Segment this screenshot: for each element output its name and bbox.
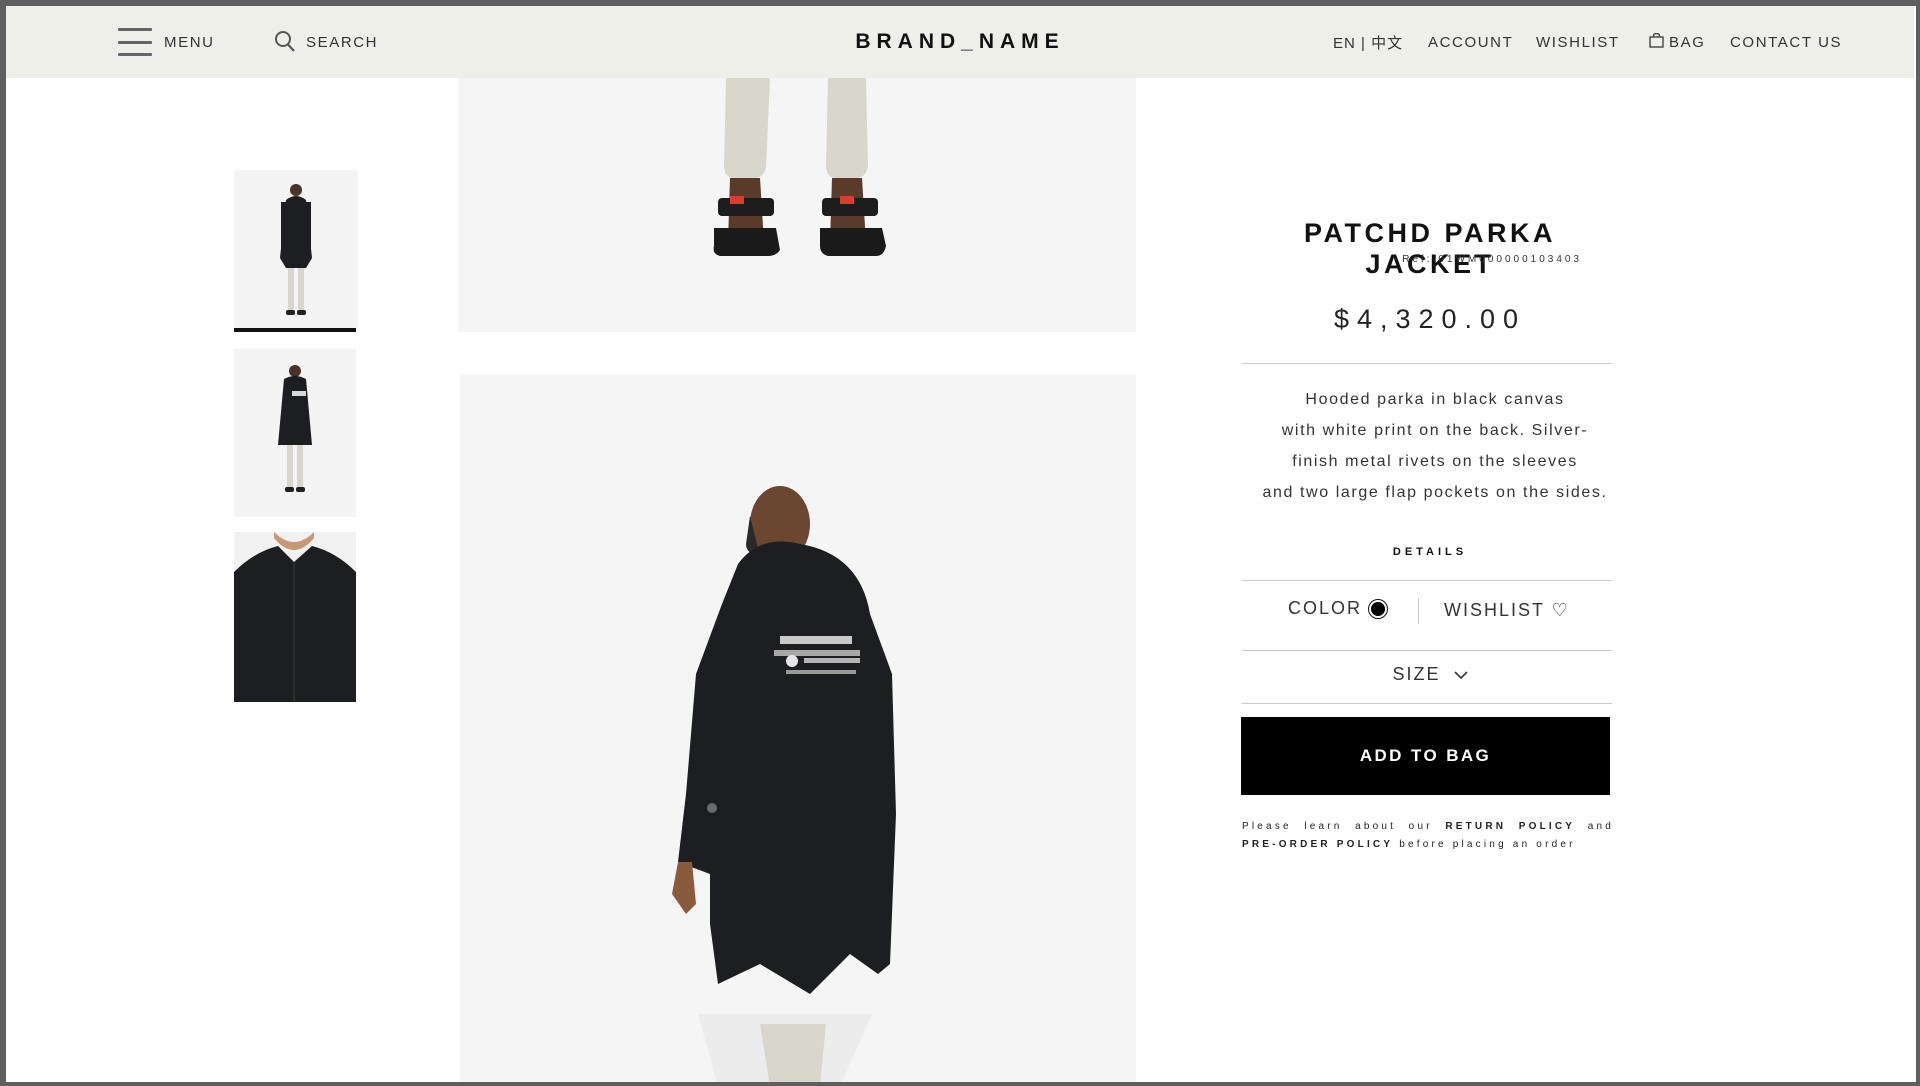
menu-button[interactable]: MENU xyxy=(118,6,215,78)
product-image-front xyxy=(458,78,1136,332)
search-icon xyxy=(275,31,295,52)
language-switcher[interactable]: EN | 中文 xyxy=(1333,6,1403,78)
brand-name[interactable]: BRAND_NAME xyxy=(855,30,1064,54)
color-wishlist-row: COLOR WISHLIST ♡ xyxy=(1240,590,1620,634)
add-to-bag-button[interactable]: ADD TO BAG xyxy=(1241,717,1610,795)
thumbnail-back-image xyxy=(234,349,356,517)
site-header: MENU SEARCH BRAND_NAME EN | 中文 ACCOUNT W… xyxy=(6,6,1914,78)
details-link[interactable]: DETAILS xyxy=(1240,546,1620,558)
menu-label: MENU xyxy=(164,33,215,51)
product-title: PATCHD PARKA JACKET xyxy=(1304,218,1556,279)
bag-link[interactable]: BAG xyxy=(1649,6,1705,78)
bag-label: BAG xyxy=(1669,33,1706,51)
product-price: $4,320.00 xyxy=(1333,304,1527,334)
thumbnail-closeup-image xyxy=(234,532,356,702)
thumbnail-front-image xyxy=(234,170,358,328)
policy-notice: Please learn about our RETURN POLICY and… xyxy=(1242,818,1614,854)
divider xyxy=(1242,580,1612,581)
product-description: Hooded parka in black canvas with white … xyxy=(1240,384,1630,508)
description-line: and two large flap pockets on the sides. xyxy=(1262,484,1608,501)
divider xyxy=(1242,703,1612,704)
account-link[interactable]: ACCOUNT xyxy=(1428,6,1513,78)
divider xyxy=(1242,650,1612,651)
thumbnail-back[interactable] xyxy=(234,349,356,517)
hamburger-icon xyxy=(118,28,152,56)
preorder-policy-link[interactable]: PRE-ORDER POLICY xyxy=(1242,839,1393,850)
policy-and: and xyxy=(1587,821,1615,832)
size-selector[interactable]: SIZE xyxy=(1240,664,1620,685)
search-button[interactable]: SEARCH xyxy=(274,6,378,78)
thumbnail-selected-indicator xyxy=(234,328,356,332)
thumbnail-front[interactable] xyxy=(234,170,358,328)
vertical-divider xyxy=(1418,598,1419,624)
color-swatch-fill xyxy=(1371,601,1386,616)
color-swatch[interactable] xyxy=(1368,598,1389,619)
chevron-down-icon xyxy=(1453,671,1468,680)
contact-link[interactable]: CONTACT US xyxy=(1730,6,1842,78)
description-line: finish metal rivets on the sleeves xyxy=(1292,453,1578,470)
thumbnail-closeup[interactable] xyxy=(234,532,356,702)
return-policy-link[interactable]: RETURN POLICY xyxy=(1445,821,1575,832)
policy-prefix: Please learn about our xyxy=(1242,821,1433,832)
color-selector[interactable]: COLOR xyxy=(1288,598,1389,619)
product-ref: Ref: 01WM000000103403 xyxy=(1402,254,1582,265)
bag-icon xyxy=(1649,32,1664,48)
size-label: SIZE xyxy=(1392,664,1441,684)
add-to-wishlist-button[interactable]: WISHLIST ♡ xyxy=(1444,600,1570,621)
description-line: with white print on the back. Silver- xyxy=(1281,422,1589,439)
product-image-back-graphic xyxy=(460,374,1136,1086)
color-label: COLOR xyxy=(1288,598,1363,618)
divider xyxy=(1242,363,1612,364)
product-image-back xyxy=(460,374,1136,1086)
wishlist-link[interactable]: WISHLIST xyxy=(1536,6,1620,78)
product-image-front-graphic xyxy=(458,78,1136,332)
search-label: SEARCH xyxy=(306,33,379,51)
policy-suffix: before placing an order xyxy=(1399,839,1576,850)
description-line: Hooded parka in black canvas xyxy=(1305,391,1565,408)
